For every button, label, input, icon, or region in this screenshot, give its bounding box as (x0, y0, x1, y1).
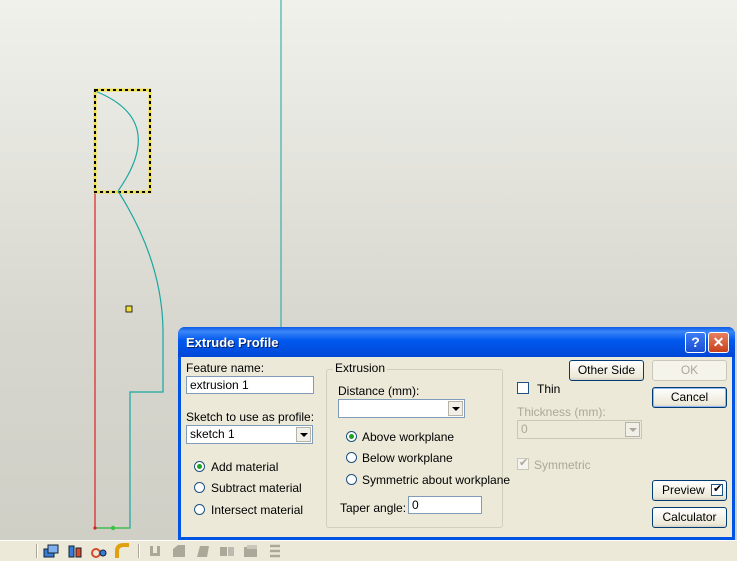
checkmark-icon: ✔ (713, 483, 723, 495)
fillet-icon[interactable] (114, 543, 132, 559)
preview-label: Preview (662, 483, 705, 497)
feature-name-label: Feature name: (186, 361, 265, 375)
close-button[interactable]: ✕ (708, 332, 729, 353)
profile-right-edge[interactable] (95, 190, 164, 529)
thin-checkbox[interactable] (517, 382, 529, 394)
chamfer-icon[interactable] (170, 543, 188, 559)
preview-button[interactable]: Preview ✔ (652, 480, 727, 501)
distance-combo[interactable] (338, 399, 465, 418)
sketch-profile-label: Sketch to use as profile: (186, 410, 315, 424)
pattern-icon[interactable] (218, 543, 236, 559)
calculator-label: Calculator (662, 510, 717, 524)
sketch-origin-marker[interactable] (93, 526, 97, 530)
loft-icon[interactable] (266, 543, 284, 559)
mirror-icon[interactable] (242, 543, 260, 559)
toolbar-separator (36, 544, 38, 558)
symmetric-label: Symmetric (534, 458, 591, 472)
chevron-down-icon[interactable] (625, 422, 640, 437)
add-material-label: Add material (211, 460, 279, 474)
help-button[interactable]: ? (685, 332, 706, 353)
draft-icon[interactable] (194, 543, 212, 559)
cancel-label: Cancel (670, 390, 709, 404)
symmetric-workplane-radio[interactable] (346, 474, 357, 485)
add-material-radio[interactable] (194, 461, 205, 472)
thickness-value: 0 (521, 422, 528, 436)
thickness-combo[interactable]: 0 (517, 420, 642, 439)
feature-name-input[interactable]: extrusion 1 (186, 376, 314, 394)
profile-top-arc[interactable] (94, 90, 139, 192)
subtract-material-radio[interactable] (194, 482, 205, 493)
symmetric-workplane-label: Symmetric about workplane (362, 473, 511, 487)
extrude-icon[interactable] (42, 543, 60, 559)
sketch-profile-value: sketch 1 (190, 427, 235, 441)
selection-box (94, 89, 151, 193)
dialog-titlebar[interactable]: Extrude Profile ? ✕ (178, 327, 735, 357)
other-side-button[interactable]: Other Side (569, 360, 644, 381)
above-workplane-radio[interactable] (346, 431, 357, 442)
subtract-material-label: Subtract material (211, 481, 302, 495)
chevron-down-icon[interactable] (296, 427, 311, 442)
extrusion-group-label: Extrusion (333, 361, 388, 375)
distance-label: Distance (mm): (338, 384, 420, 398)
checkmark-icon: ✔ (519, 457, 529, 469)
dialog-body: Feature name: extrusion 1 Sketch to use … (181, 357, 732, 537)
sketch-profile-select[interactable]: sketch 1 (186, 425, 313, 444)
thin-label: Thin (537, 382, 561, 396)
calculator-button[interactable]: Calculator (652, 507, 727, 528)
intersect-material-label: Intersect material (211, 503, 304, 517)
thickness-label: Thickness (mm): (517, 405, 606, 419)
intersect-material-radio[interactable] (194, 504, 205, 515)
revolve-icon[interactable] (66, 543, 84, 559)
dialog-title: Extrude Profile (186, 335, 279, 350)
taper-angle-label: Taper angle: (340, 501, 407, 515)
sketch-point-marker[interactable] (125, 305, 133, 313)
symmetric-checkbox[interactable]: ✔ (517, 457, 529, 470)
chevron-down-icon[interactable] (448, 401, 463, 416)
feature-toolbar (0, 540, 737, 561)
sketch-endpoint-marker[interactable] (110, 525, 116, 531)
close-icon: ✕ (712, 334, 725, 350)
help-icon: ? (691, 334, 700, 350)
below-workplane-label: Below workplane (362, 451, 453, 465)
selection-box-highlight (93, 88, 152, 194)
shell-icon[interactable] (146, 543, 164, 559)
ok-button[interactable]: OK (652, 360, 727, 381)
taper-angle-input[interactable]: 0 (408, 496, 482, 514)
sweep-icon[interactable] (90, 543, 108, 559)
below-workplane-radio[interactable] (346, 452, 357, 463)
ok-label: OK (680, 363, 699, 377)
preview-checkbox[interactable]: ✔ (711, 483, 723, 496)
extrude-profile-dialog: Extrude Profile ? ✕ Feature name: extrus… (178, 327, 735, 540)
other-side-label: Other Side (577, 363, 636, 377)
toolbar-separator (138, 544, 140, 558)
above-workplane-label: Above workplane (362, 430, 455, 444)
cancel-button[interactable]: Cancel (652, 387, 727, 408)
